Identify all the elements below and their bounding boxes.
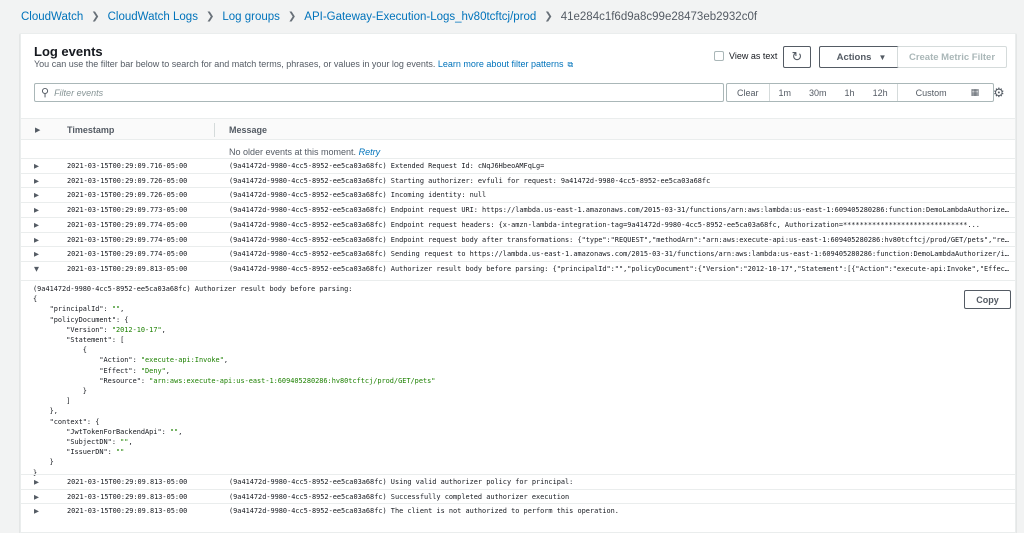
chevron-right-icon: ❯ [287,11,297,22]
log-timestamp: 2021-03-15T00:29:09.726-05:00 [67,191,188,200]
refresh-icon: ↻ [791,49,803,64]
log-row[interactable]: ▶ 2021-03-15T00:29:09.774-05:00 (9a41472d-… [21,216,1015,232]
col-timestamp: Timestamp [67,125,115,135]
search-icon: ⚲ [41,87,50,99]
breadcrumb: CloudWatch ❯ CloudWatch Logs ❯ Log group… [0,0,1024,33]
log-timestamp: 2021-03-15T00:29:09.813-05:00 [67,478,188,486]
retry-link[interactable]: Retry [359,147,381,157]
gear-icon[interactable]: ⚙ [993,85,1005,101]
log-timestamp: 2021-03-15T00:29:09.716-05:00 [67,162,188,170]
expand-caret-icon[interactable]: ▶ [34,478,39,486]
range-1m[interactable]: 1m [770,88,801,98]
log-row[interactable]: ▶ 2021-03-15T00:29:09.813-05:00 (9a41472d-… [21,488,1015,504]
log-row[interactable]: ▼ 2021-03-15T00:29:09.813-05:00 (9a41472d-… [21,260,1015,276]
log-message: (9a41472d-9980-4cc5-8952-ee5ca03a68fc) E… [229,235,1009,244]
log-message: (9a41472d-9980-4cc5-8952-ee5ca03a68fc) T… [229,507,619,516]
learn-more-link[interactable]: Learn more about filter patterns [438,59,564,69]
range-30m[interactable]: 30m [800,88,836,98]
breadcrumb-log-stream: 41e284c1f6d9a8c99e28473eb2932c0f [560,10,758,23]
log-timestamp: 2021-03-15T00:29:09.774-05:00 [67,220,188,229]
expand-all-icon[interactable]: ▶ [35,126,40,134]
filter-row: ⚲ Filter events Clear 1m 30m 1h 12h Cust… [21,78,1015,112]
log-row[interactable]: ▶ 2021-03-15T00:29:09.773-05:00 (9a41472d-… [21,202,1015,217]
panel-description: You can use the filter bar below to sear… [34,59,574,69]
panel-header: Log events You can use the filter bar be… [21,34,1015,78]
expand-caret-icon[interactable]: ▶ [34,507,39,515]
log-timestamp: 2021-03-15T00:29:09.774-05:00 [67,250,188,259]
expanded-log-detail: (9a41472d-9980-4cc5-8952-ee5ca03a68fc) A… [21,280,1015,477]
log-row[interactable]: ▶ 2021-03-15T00:29:09.774-05:00 (9a41472d-… [21,231,1015,247]
expand-caret-icon[interactable]: ▶ [34,191,39,199]
log-timestamp: 2021-03-15T00:29:09.774-05:00 [67,235,188,244]
breadcrumb-log-group[interactable]: API-Gateway-Execution-Logs_hv80tcftcj/pr… [304,11,536,23]
log-row[interactable]: ▶ 2021-03-15T00:29:09.726-05:00 (9a41472d-… [21,187,1015,202]
log-timestamp: 2021-03-15T00:29:09.813-05:00 [67,492,188,501]
log-row[interactable]: ▶ 2021-03-15T00:29:09.813-05:00 (9a41472d-… [21,503,1015,518]
log-message: (9a41472d-9980-4cc5-8952-ee5ca03a68fc) E… [229,206,1009,215]
log-message: (9a41472d-9980-4cc5-8952-ee5ca03a68fc) E… [229,162,545,170]
col-message: Message [229,125,268,135]
breadcrumb-cloudwatch-logs[interactable]: CloudWatch Logs [108,11,198,23]
expand-caret-icon[interactable]: ▶ [34,177,39,185]
log-row[interactable]: ▶ 2021-03-15T00:29:09.726-05:00 (9a41472d-… [21,172,1015,188]
chevron-right-icon: ❯ [205,11,215,22]
expand-caret-icon[interactable]: ▶ [34,236,39,244]
log-message: (9a41472d-9980-4cc5-8952-ee5ca03a68fc) U… [229,478,574,486]
log-row[interactable]: ▶ 2021-03-15T00:29:09.716-05:00 (9a41472d-… [21,158,1015,173]
filter-events-input[interactable]: ⚲ Filter events [34,83,724,102]
view-as-text-toggle[interactable]: View as text [714,51,777,61]
expand-caret-icon[interactable]: ▶ [34,162,39,170]
log-message: (9a41472d-9980-4cc5-8952-ee5ca03a68fc) A… [229,264,1009,273]
calendar-icon: ▦ [970,87,980,97]
time-range-selector: Clear 1m 30m 1h 12h Custom ▦ [726,83,994,102]
expand-caret-icon[interactable]: ▶ [34,206,39,214]
log-row[interactable]: ▶ 2021-03-15T00:29:09.774-05:00 (9a41472d-… [21,246,1015,261]
refresh-button[interactable]: ↻ [783,46,811,68]
caret-down-icon: ▼ [878,52,887,62]
expand-caret-icon[interactable]: ▶ [34,221,39,229]
actions-button[interactable]: Actions ▼ [819,46,904,68]
log-message: (9a41472d-9980-4cc5-8952-ee5ca03a68fc) S… [229,250,1009,259]
log-timestamp: 2021-03-15T00:29:09.813-05:00 [67,507,188,516]
range-1h[interactable]: 1h [836,88,864,98]
expanded-json: (9a41472d-9980-4cc5-8952-ee5ca03a68fc) A… [33,285,436,477]
range-12h[interactable]: 12h [864,88,897,98]
copy-button[interactable]: Copy [964,290,1011,309]
clear-button[interactable]: Clear [727,84,770,101]
table-header: ▶ Timestamp Message [21,118,1015,140]
collapse-caret-icon[interactable]: ▼ [34,265,39,273]
log-row[interactable]: ▶ 2021-03-15T00:29:09.813-05:00 (9a41472d-… [21,474,1015,489]
panel-title: Log events [34,44,103,59]
view-as-text-checkbox[interactable] [714,51,724,61]
chevron-right-icon: ❯ [91,11,100,22]
older-events-notice: No older events at this moment. Retry [229,147,381,157]
log-message: (9a41472d-9980-4cc5-8952-ee5ca03a68fc) E… [229,220,980,229]
log-message: (9a41472d-9980-4cc5-8952-ee5ca03a68fc) S… [229,492,570,501]
log-timestamp: 2021-03-15T00:29:09.726-05:00 [67,176,188,185]
range-custom[interactable]: Custom ▦ [896,84,998,101]
log-events-panel: Log events You can use the filter bar be… [20,33,1016,533]
external-link-icon: ⧉ [567,60,574,69]
log-message: (9a41472d-9980-4cc5-8952-ee5ca03a68fc) S… [229,176,711,185]
breadcrumb-log-groups[interactable]: Log groups [222,11,280,23]
create-metric-filter-button[interactable]: Create Metric Filter [897,46,1007,68]
column-divider [214,123,215,137]
log-timestamp: 2021-03-15T00:29:09.773-05:00 [67,206,188,215]
expand-caret-icon[interactable]: ▶ [34,493,39,501]
log-timestamp: 2021-03-15T00:29:09.813-05:00 [67,264,188,273]
log-message: (9a41472d-9980-4cc5-8952-ee5ca03a68fc) I… [229,191,487,200]
breadcrumb-cloudwatch[interactable]: CloudWatch [21,11,83,23]
expand-caret-icon[interactable]: ▶ [34,250,39,258]
chevron-right-icon: ❯ [544,11,553,22]
